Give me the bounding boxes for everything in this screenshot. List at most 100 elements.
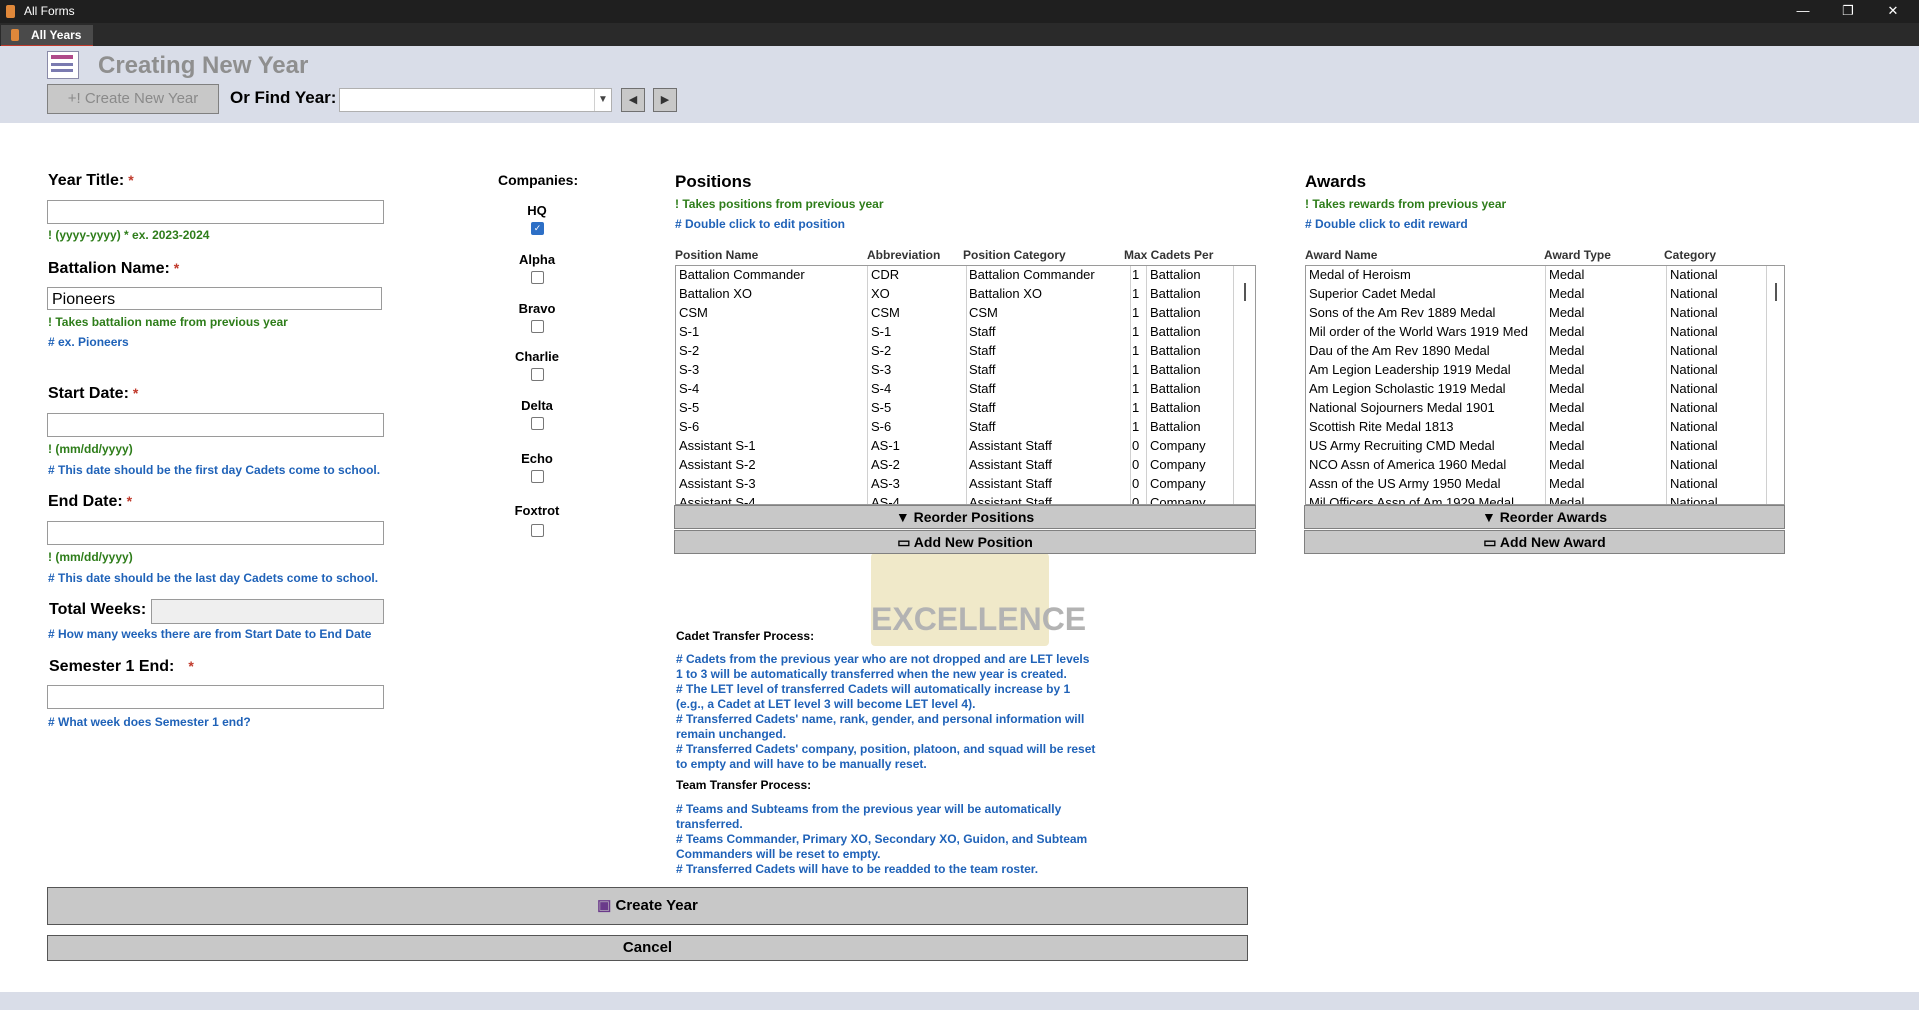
company-checkbox-echo[interactable] — [531, 470, 544, 483]
position-row[interactable]: Assistant S-3 AS-3 Assistant Staff 0 Company — [676, 475, 1255, 494]
position-cell: Company — [1150, 438, 1206, 453]
award-row[interactable]: Sons of the Am Rev 1889 Medal Medal Nation… — [1306, 304, 1784, 323]
award-row[interactable]: NCO Assn of America 1960 Medal Medal Natio… — [1306, 456, 1784, 475]
position-cell: Battalion — [1150, 286, 1201, 301]
position-scrollbar[interactable] — [1244, 283, 1246, 301]
app-icon — [6, 5, 15, 18]
award-row[interactable]: Dau of the Am Rev 1890 Medal Medal Nationa… — [1306, 342, 1784, 361]
cadet-transfer-note-1: # Cadets from the previous year who are … — [676, 652, 1090, 681]
team-transfer-note-1: # Teams and Subteams from the previous y… — [676, 802, 1062, 831]
chevron-down-icon[interactable]: ▼ — [594, 89, 611, 111]
position-row[interactable]: Battalion Commander CDR Battalion Commande… — [676, 266, 1255, 285]
cancel-button[interactable]: Cancel — [47, 935, 1248, 961]
positions-list[interactable]: Battalion Commander CDR Battalion Commande… — [675, 265, 1256, 505]
find-year-dropdown[interactable]: ▼ — [339, 88, 612, 112]
award-cell: NCO Assn of America 1960 Medal — [1309, 457, 1507, 472]
position-cell: CDR — [871, 267, 900, 282]
minimize-button[interactable]: — — [1788, 2, 1818, 20]
award-row[interactable]: Assn of the US Army 1950 Medal Medal Natio… — [1306, 475, 1784, 494]
position-cell: XO — [871, 286, 890, 301]
position-row[interactable]: S-4 S-4 Staff 1 Battalion — [676, 380, 1255, 399]
previous-year-button[interactable]: ◀ — [621, 88, 645, 112]
year-title-input[interactable] — [47, 200, 384, 224]
awards-list[interactable]: Medal of Heroism Medal National Superior Ca… — [1305, 265, 1785, 505]
reorder-positions-button[interactable]: ▼ Reorder Positions — [674, 505, 1256, 529]
position-cell: Company — [1150, 495, 1206, 505]
col-category[interactable]: Category — [1664, 248, 1716, 262]
position-cell: S-3 — [871, 362, 892, 377]
company-checkbox-bravo[interactable] — [531, 320, 544, 333]
company-checkbox-alpha[interactable] — [531, 271, 544, 284]
position-row[interactable]: S-1 S-1 Staff 1 Battalion — [676, 323, 1255, 342]
add-new-award-button[interactable]: ▭ Add New Award — [1304, 530, 1785, 554]
award-row[interactable]: US Army Recruiting CMD Medal Medal Nationa… — [1306, 437, 1784, 456]
position-row[interactable]: Assistant S-1 AS-1 Assistant Staff 0 Company — [676, 437, 1255, 456]
position-row[interactable]: Assistant S-2 AS-2 Assistant Staff 0 Company — [676, 456, 1255, 475]
position-cell: Battalion — [1150, 362, 1201, 377]
col-award-type[interactable]: Award Type — [1544, 248, 1611, 262]
company-checkbox-charlie[interactable] — [531, 368, 544, 381]
window-title-bar: All Forms — ❐ ✕ — [0, 0, 1919, 23]
next-year-button[interactable]: ▶ — [653, 88, 677, 112]
col-position-name[interactable]: Position Name — [675, 248, 758, 262]
form-tab-icon — [11, 29, 19, 41]
award-cell: National — [1670, 438, 1718, 453]
award-cell: Sons of the Am Rev 1889 Medal — [1309, 305, 1496, 320]
position-row[interactable]: Battalion XO XO Battalion XO 1 Battalion — [676, 285, 1255, 304]
end-date-input[interactable] — [47, 521, 384, 545]
create-year-button[interactable]: ▣ Create Year — [47, 887, 1248, 925]
award-row[interactable]: Superior Cadet Medal Medal National — [1306, 285, 1784, 304]
team-transfer-note-2: # Teams Commander, Primary XO, Secondary… — [676, 832, 1088, 861]
award-cell: Medal — [1549, 438, 1585, 453]
positions-hint-edit: # Double click to edit position — [675, 217, 846, 231]
award-cell: Superior Cadet Medal — [1309, 286, 1436, 301]
position-row[interactable]: CSM CSM CSM 1 Battalion — [676, 304, 1255, 323]
company-checkbox-delta[interactable] — [531, 417, 544, 430]
position-cell: 1 — [1132, 419, 1140, 434]
position-cell: CSM — [871, 305, 900, 320]
tab-all-years[interactable]: All Years — [1, 25, 93, 47]
col-award-name[interactable]: Award Name — [1305, 248, 1377, 262]
award-row[interactable]: Mil Officers Assn of Am 1929 Medal Medal N… — [1306, 494, 1784, 505]
semester-end-input[interactable] — [47, 685, 384, 709]
start-date-hint: # This date should be the first day Cade… — [48, 463, 381, 477]
battalion-name-label: Battalion Name: * — [48, 260, 180, 277]
position-cell: CSM — [679, 305, 708, 320]
create-new-year-button[interactable]: +! Create New Year — [47, 84, 219, 114]
award-row[interactable]: Medal of Heroism Medal National — [1306, 266, 1784, 285]
award-cell: Mil Officers Assn of Am 1929 Medal — [1309, 495, 1514, 505]
company-checkbox-hq[interactable]: ✓ — [531, 222, 544, 235]
award-cell: Mil order of the World Wars 1919 Med — [1309, 324, 1528, 339]
award-cell: National — [1670, 495, 1718, 505]
cadet-transfer-title: Cadet Transfer Process: — [676, 629, 815, 643]
reorder-awards-button[interactable]: ▼ Reorder Awards — [1304, 505, 1785, 529]
award-cell: Medal — [1549, 457, 1585, 472]
start-date-input[interactable] — [47, 413, 384, 437]
col-abbreviation[interactable]: Abbreviation — [867, 248, 940, 262]
award-row[interactable]: Am Legion Leadership 1919 Medal Medal Nati… — [1306, 361, 1784, 380]
position-row[interactable]: S-5 S-5 Staff 1 Battalion — [676, 399, 1255, 418]
battalion-name-input[interactable]: Pioneers — [47, 287, 382, 310]
col-max-cadets-per[interactable]: Max Cadets Per — [1124, 248, 1213, 262]
award-cell: National — [1670, 286, 1718, 301]
position-row[interactable]: Assistant S-4 AS-4 Assistant Staff 0 Company — [676, 494, 1255, 505]
company-checkbox-foxtrot[interactable] — [531, 524, 544, 537]
award-row[interactable]: Mil order of the World Wars 1919 Med Meda… — [1306, 323, 1784, 342]
award-row[interactable]: Am Legion Scholastic 1919 Medal Medal Nati… — [1306, 380, 1784, 399]
position-cell: 1 — [1132, 267, 1140, 282]
total-weeks-input — [151, 599, 384, 624]
position-row[interactable]: S-2 S-2 Staff 1 Battalion — [676, 342, 1255, 361]
position-cell: Assistant Staff — [969, 457, 1052, 472]
restore-button[interactable]: ❐ — [1833, 2, 1863, 20]
position-row[interactable]: S-6 S-6 Staff 1 Battalion — [676, 418, 1255, 437]
company-label-delta: Delta — [521, 398, 553, 413]
col-position-category[interactable]: Position Category — [963, 248, 1066, 262]
position-row[interactable]: S-3 S-3 Staff 1 Battalion — [676, 361, 1255, 380]
award-row[interactable]: Scottish Rite Medal 1813 Medal National — [1306, 418, 1784, 437]
award-row[interactable]: National Sojourners Medal 1901 Medal Natio… — [1306, 399, 1784, 418]
award-scrollbar[interactable] — [1775, 283, 1777, 301]
window-title: All Forms — [24, 4, 75, 18]
close-window-button[interactable]: ✕ — [1878, 2, 1908, 20]
add-new-position-button[interactable]: ▭ Add New Position — [674, 530, 1256, 554]
position-cell: Staff — [969, 343, 996, 358]
